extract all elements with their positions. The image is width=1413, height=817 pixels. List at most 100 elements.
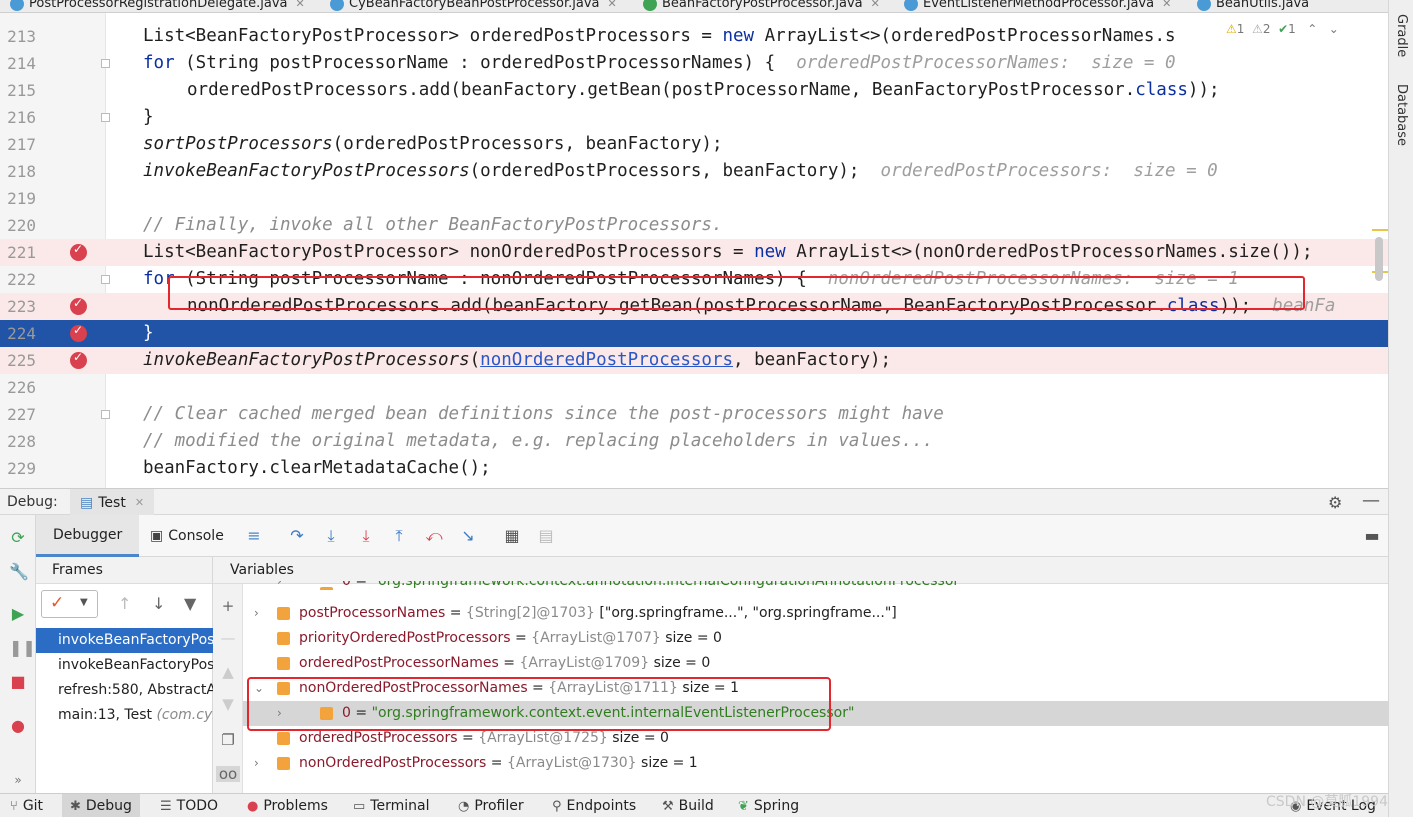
expand-toggle-icon[interactable]: › [254, 601, 259, 626]
frame-item[interactable]: invokeBeanFactoryPost [36, 628, 213, 653]
field-icon [277, 757, 290, 770]
tab-console[interactable]: ▣ Console [150, 515, 224, 557]
stop-icon[interactable]: ■ [9, 673, 27, 691]
variable-row[interactable]: › nonOrderedPostProcessors = {ArrayList@1… [243, 751, 1388, 776]
fold-icon[interactable] [101, 59, 110, 68]
variable-row[interactable]: priorityOrderedPostProcessors = {ArrayLi… [243, 626, 1388, 651]
code-line-226[interactable]: 226 [0, 374, 1388, 401]
code-line-217[interactable]: 217 sortPostProcessors(orderedPostProces… [0, 131, 1388, 158]
wrench-icon[interactable]: 🔧 [9, 563, 29, 581]
code-line-216[interactable]: 216 } [0, 104, 1388, 131]
code-line-215[interactable]: 215 orderedPostProcessors.add(beanFactor… [0, 77, 1388, 104]
code-line-220[interactable]: 220 // Finally, invoke all other BeanFac… [0, 212, 1388, 239]
variable-row[interactable]: › 0 = "org.springframework.context.annota… [243, 581, 1388, 590]
view-breakpoints-icon[interactable]: ● [9, 717, 27, 735]
database-tool-button[interactable]: Database [1394, 84, 1409, 146]
chevron-up-icon[interactable]: ⌃ [1307, 22, 1317, 36]
scrollbar-thumb[interactable] [1375, 237, 1383, 281]
remove-watch-icon[interactable]: — [220, 630, 236, 646]
close-icon[interactable]: ✕ [871, 0, 880, 10]
run-config-tab[interactable]: ▤ Test ✕ [70, 489, 155, 516]
menu-icon[interactable]: ≡ [244, 526, 264, 546]
run-to-cursor-icon[interactable]: ↘ [458, 526, 478, 546]
code-line-228[interactable]: 228 // modified the original metadata, e… [0, 428, 1388, 455]
line-number: 226 [7, 378, 36, 397]
trace-icon[interactable]: ▤ [536, 526, 556, 546]
terminal-tool-button[interactable]: ▭ Terminal [353, 794, 429, 817]
code-editor[interactable]: 213 List<BeanFactoryPostProcessor> order… [0, 13, 1388, 488]
expand-toggle-icon[interactable]: › [254, 751, 259, 776]
code-text: sortPostProcessors(orderedPostProcessors… [143, 134, 723, 154]
code-line-218[interactable]: 218 invokeBeanFactoryPostProcessors(orde… [0, 158, 1388, 185]
step-into-icon[interactable]: ⤓ [321, 526, 341, 546]
evaluate-expression-icon[interactable]: ▦ [502, 526, 522, 546]
step-over-icon[interactable]: ↷ [287, 526, 307, 546]
frame-item[interactable]: refresh:580, AbstractA [36, 678, 213, 703]
frame-item[interactable]: main:13, Test (com.cyl [36, 703, 213, 728]
tab-bean-utils[interactable]: BeanUtils.java [1197, 0, 1309, 12]
copy-icon[interactable]: ❐ [220, 732, 236, 748]
add-watch-icon[interactable]: + [220, 598, 236, 614]
profiler-tool-button[interactable]: ◔ Profiler [458, 794, 524, 817]
build-tool-button[interactable]: ⚒ Build [662, 794, 714, 817]
code-line-224-execution-point[interactable]: 224 } [0, 320, 1388, 347]
close-icon[interactable]: ✕ [296, 0, 305, 10]
rerun-icon[interactable]: ⟳ [9, 529, 27, 547]
code-line-227[interactable]: 227 // Clear cached merged bean definiti… [0, 401, 1388, 428]
list-icon: ☰ [160, 798, 172, 814]
force-step-into-icon[interactable]: ⤓ [356, 526, 376, 546]
inspection-widget[interactable]: ⚠1 ⚠2 ✔1 ⌃ ⌄ [1226, 22, 1339, 36]
tab-cy-bean-factory-bean-post-processor[interactable]: CyBeanFactoryBeanPostProcessor.java ✕ [330, 0, 617, 12]
filter-icon[interactable]: ▼ [184, 594, 196, 613]
close-icon[interactable]: ✕ [1162, 0, 1171, 10]
fold-icon[interactable] [101, 113, 110, 122]
chevron-down-icon[interactable]: ⌄ [1329, 22, 1339, 36]
gear-icon[interactable]: ⚙ [1328, 493, 1342, 512]
spring-tool-button[interactable]: ❦ Spring [738, 794, 799, 817]
debugger-toolbar: Debugger ▣ Console ≡ ↷ ⤓ ⤓ ⤒ ⤺ ↘ ▦ ▤ ▬ [36, 515, 1388, 557]
editor-scrollbar[interactable] [1372, 13, 1388, 488]
breakpoint-icon[interactable] [70, 242, 87, 261]
code-line-219[interactable]: 219 [0, 185, 1388, 212]
gradle-tool-button[interactable]: Gradle [1394, 14, 1409, 57]
arrow-down-icon[interactable]: ↓ [152, 594, 165, 613]
code-line-221[interactable]: 221 List<BeanFactoryPostProcessor> nonOr… [0, 239, 1388, 266]
close-icon[interactable]: ✕ [608, 0, 617, 10]
move-up-icon[interactable]: ▲ [220, 664, 236, 680]
breakpoint-icon[interactable] [70, 350, 87, 369]
breakpoint-icon[interactable] [70, 296, 87, 315]
arrow-up-icon[interactable]: ↑ [118, 594, 131, 613]
move-down-icon[interactable]: ▼ [220, 696, 236, 712]
class-icon [904, 0, 918, 11]
tab-debugger[interactable]: Debugger [36, 515, 140, 557]
endpoints-tool-button[interactable]: ⚲ Endpoints [552, 794, 636, 817]
thread-selector[interactable]: ✓ ▼ [41, 590, 98, 618]
tab-bean-factory-post-processor[interactable]: BeanFactoryPostProcessor.java ✕ [643, 0, 880, 12]
layout-icon[interactable]: ▬ [1362, 526, 1382, 546]
drop-frame-icon[interactable]: ⤺ [424, 526, 444, 546]
pause-icon[interactable]: ❚❚ [9, 639, 36, 657]
git-tool-button[interactable]: ⑂ Git [10, 794, 43, 817]
code-line-229[interactable]: 229 beanFactory.clearMetadataCache(); [0, 455, 1388, 482]
tab-post-processor-registration-delegate[interactable]: PostProcessorRegistrationDelegate.java ✕ [10, 0, 305, 12]
debug-tool-button[interactable]: ✱ Debug [62, 794, 140, 817]
close-icon[interactable]: ✕ [135, 496, 144, 509]
resume-icon[interactable]: ▶ [9, 605, 27, 623]
frame-item[interactable]: invokeBeanFactoryPost [36, 653, 213, 678]
problems-tool-button[interactable]: ● Problems [247, 794, 328, 817]
fold-icon[interactable] [101, 410, 110, 419]
profiler-icon: ◔ [458, 798, 470, 814]
step-out-icon[interactable]: ⤒ [389, 526, 409, 546]
code-line-213[interactable]: 213 List<BeanFactoryPostProcessor> order… [0, 23, 1388, 50]
breakpoint-icon[interactable] [70, 323, 87, 342]
code-line-225[interactable]: 225 invokeBeanFactoryPostProcessors(nonO… [0, 347, 1388, 374]
more-icon[interactable]: » [9, 771, 27, 789]
glasses-icon[interactable]: oo [216, 766, 240, 782]
minimize-icon[interactable]: — [1362, 490, 1380, 511]
tab-event-listener-method-processor[interactable]: EventListenerMethodProcessor.java ✕ [904, 0, 1171, 12]
fold-icon[interactable] [101, 275, 110, 284]
todo-tool-button[interactable]: ☰ TODO [160, 794, 218, 817]
variable-row[interactable]: orderedPostProcessorNames = {ArrayList@1… [243, 651, 1388, 676]
variable-row[interactable]: › postProcessorNames = {String[2]@1703} [… [243, 601, 1388, 626]
code-line-214[interactable]: 214 for (String postProcessorName : orde… [0, 50, 1388, 77]
